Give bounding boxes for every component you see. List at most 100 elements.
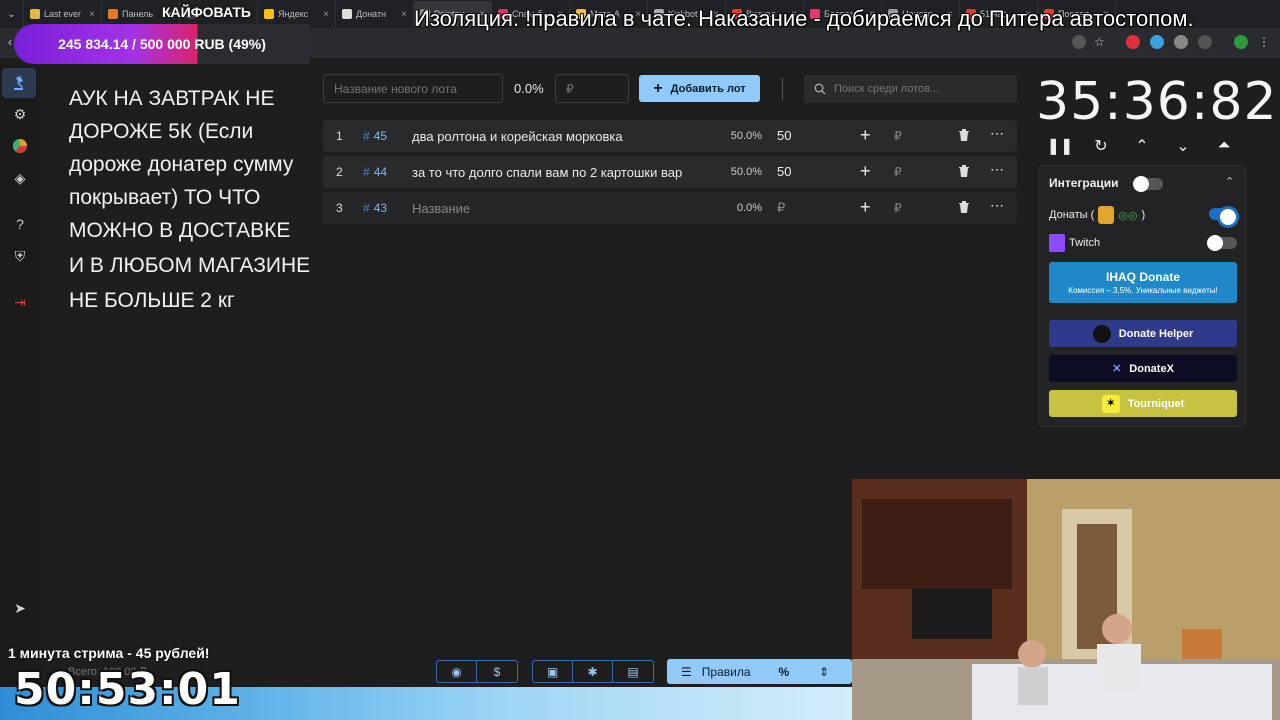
rules-button-label[interactable]: Правила	[702, 665, 751, 679]
stream-promo: 1 минута стрима - 45 рублей!	[8, 645, 210, 661]
pause-icon[interactable]: ❚❚	[1047, 134, 1074, 158]
add-amount-icon[interactable]: +	[860, 197, 871, 218]
integrations-panel: Интеграции ⌃ Донаты ( ◎◎ ) Twitch IHAQ D…	[1038, 165, 1246, 427]
close-icon[interactable]: ×	[89, 9, 95, 20]
stream-ticker: Изоляция. !правила в чате. Наказание - д…	[414, 6, 1194, 31]
close-icon[interactable]: ×	[323, 9, 329, 20]
percent-icon[interactable]: %	[779, 665, 790, 679]
webcam-feed	[852, 479, 1280, 720]
adblock-icon[interactable]	[1126, 35, 1140, 49]
rules-paragraph: НЕ БОЛЬШЕ 2 кг	[69, 289, 235, 312]
donatepay-icon: ◎◎	[1118, 209, 1138, 222]
tourniquet-button[interactable]: ✶ Tourniquet	[1049, 390, 1237, 417]
chevron-down-icon[interactable]: ⌄	[1171, 134, 1195, 158]
extension-icon[interactable]	[1150, 35, 1164, 49]
clear-icon[interactable]: ▤	[613, 661, 653, 682]
integrations-title: Интеграции	[1049, 176, 1119, 190]
new-lot-amount-input[interactable]	[555, 74, 629, 103]
translate-icon[interactable]	[1072, 35, 1086, 49]
sidebar-item-wheel[interactable]	[10, 136, 30, 156]
gear-icon[interactable]: ⚙	[10, 104, 30, 124]
divider	[782, 78, 783, 100]
telegram-icon[interactable]: ➤	[10, 598, 30, 618]
github-icon[interactable]: ◉	[437, 661, 477, 682]
browser-tab[interactable]: Донатн ×	[336, 1, 414, 27]
add-amount-icon[interactable]: +	[860, 125, 871, 146]
kebab-menu-icon[interactable]: ⋮	[1258, 35, 1272, 49]
lot-currency[interactable]: ₽	[894, 165, 902, 179]
donate-helper-button[interactable]: Donate Helper	[1049, 320, 1237, 347]
save-icon[interactable]: ▣	[533, 661, 573, 682]
add-amount-icon[interactable]: +	[860, 161, 871, 182]
lot-name[interactable]: Название	[412, 201, 708, 216]
new-lot-name-input[interactable]	[323, 74, 503, 103]
lot-currency[interactable]: ₽	[894, 201, 902, 215]
lot-amount[interactable]: ₽	[777, 200, 785, 216]
donation-goal-bar: 245 834.14 / 500 000 RUB (49%)	[14, 24, 310, 64]
tab-label: Донатн	[356, 9, 387, 19]
integrations-toggle[interactable]	[1133, 176, 1163, 192]
more-icon[interactable]: ⋯	[990, 161, 1005, 178]
close-icon[interactable]: ×	[401, 9, 407, 20]
rules-paragraph: И В ЛЮБОМ МАГАЗИНЕ	[69, 254, 311, 277]
lot-name[interactable]: за то что долго спали вам по 2 картошки …	[412, 165, 708, 180]
twitch-toggle[interactable]	[1207, 235, 1237, 251]
reset-icon[interactable]: ↻	[1089, 134, 1113, 158]
double-chevron-up-icon[interactable]: ⏶	[1212, 134, 1236, 158]
lot-index: 2	[336, 165, 343, 179]
dollar-icon[interactable]: $	[477, 661, 517, 682]
app-sidebar: ⚙ ◈ ? ⛨ ⇥ ➤	[0, 66, 40, 686]
trash-icon[interactable]	[957, 164, 971, 178]
lot-name[interactable]: два ролтона и корейская морковка	[412, 129, 708, 144]
puzzle-icon[interactable]	[1198, 35, 1212, 49]
lot-search[interactable]	[804, 75, 1017, 103]
tab-label: Яндекс	[278, 9, 309, 19]
chevron-up-icon[interactable]: ⌃	[1225, 175, 1234, 188]
back-icon[interactable]: ‹	[8, 35, 12, 49]
tourniquet-label: Tourniquet	[1127, 397, 1185, 410]
lot-row: 2 #44 за то что долго спали вам по 2 кар…	[323, 156, 1017, 188]
lot-amount[interactable]: 50	[777, 128, 791, 143]
trash-icon[interactable]	[957, 128, 971, 142]
lot-id: #43	[363, 201, 387, 215]
chevron-down-icon: ⌄	[7, 8, 16, 20]
more-icon[interactable]: ⋯	[990, 125, 1005, 142]
tourniquet-icon: ✶	[1101, 394, 1120, 413]
sidebar-item-auction[interactable]	[2, 68, 36, 98]
help-icon[interactable]: ?	[10, 214, 30, 234]
extension-icon[interactable]	[1174, 35, 1188, 49]
split-icon[interactable]: ⇕	[819, 665, 829, 679]
bottom-actions-group: ▣ ✱ ▤	[532, 660, 654, 683]
star-icon[interactable]: ☆	[1094, 35, 1108, 49]
add-lot-button[interactable]: + Добавить лот	[639, 75, 760, 102]
ihaq-donate-title: IHAQ Donate	[1105, 270, 1180, 284]
channel-name: КАЙФОВАТЬ	[162, 4, 251, 20]
donatex-button[interactable]: ✕ DonateX	[1049, 355, 1237, 382]
tab-favicon-icon	[264, 9, 274, 19]
rules-toggle-bar: ☰ Правила % ⇕	[667, 659, 852, 684]
twitch-icon	[1049, 234, 1065, 252]
new-lot-percent: 0.0%	[514, 81, 544, 96]
chevron-up-icon[interactable]: ⌃	[1130, 134, 1154, 158]
layers-icon[interactable]: ◈	[10, 168, 30, 188]
lot-currency[interactable]: ₽	[894, 129, 902, 143]
avatar[interactable]	[1234, 35, 1248, 49]
logout-icon[interactable]: ⇥	[10, 292, 30, 312]
bug-icon[interactable]: ✱	[573, 661, 613, 682]
lot-index: 3	[336, 201, 343, 215]
more-icon[interactable]: ⋯	[990, 197, 1005, 214]
tab-list-button[interactable]: ⌄	[0, 1, 24, 27]
screen: ⌄ Last ever × Панель × × Яндекс × Донатн × P…	[0, 0, 1280, 720]
shield-icon[interactable]: ⛨	[10, 246, 30, 266]
lot-search-input[interactable]	[834, 83, 1014, 95]
auction-timer: 35:36:82	[1036, 72, 1278, 132]
trash-icon[interactable]	[957, 200, 971, 214]
lot-amount[interactable]: 50	[777, 164, 791, 179]
gavel-icon	[14, 76, 23, 90]
donatex-icon: ✕	[1112, 363, 1122, 375]
tab-favicon-icon	[342, 9, 352, 19]
donations-toggle[interactable]	[1209, 206, 1239, 228]
ihaq-donate-button[interactable]: IHAQ Donate Комиссия – 3,5%. Уникальные …	[1049, 262, 1237, 303]
twitch-row: Twitch	[1049, 234, 1100, 252]
donation-goal-text: 245 834.14 / 500 000 RUB (49%)	[58, 36, 266, 52]
